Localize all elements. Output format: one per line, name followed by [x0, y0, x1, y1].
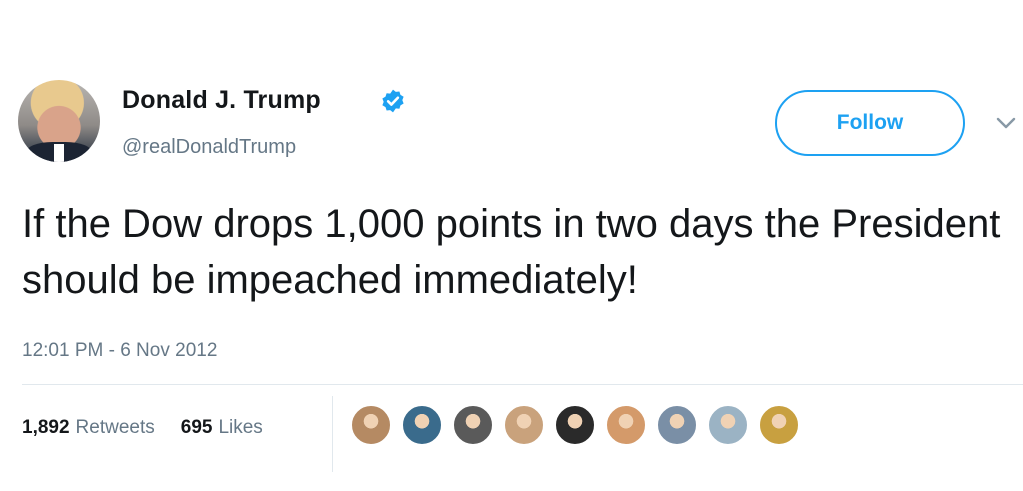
tweet-stats: 1,892 Retweets 695 Likes [22, 417, 263, 439]
follow-button[interactable]: Follow [775, 90, 965, 156]
profile-avatar[interactable] [18, 80, 100, 162]
tweet-timestamp[interactable]: 12:01 PM - 6 Nov 2012 [22, 340, 217, 362]
likes-count[interactable]: 695 [181, 417, 213, 439]
display-name[interactable]: Donald J. Trump [122, 86, 321, 115]
liker-avatar-5[interactable] [554, 404, 596, 446]
liker-avatar-7[interactable] [656, 404, 698, 446]
liker-avatar-1[interactable] [350, 404, 392, 446]
tweet-text: If the Dow drops 1,000 points in two day… [22, 202, 1001, 302]
avatar-collar [54, 144, 64, 162]
liker-avatar-4[interactable] [503, 404, 545, 446]
liker-avatar-8[interactable] [707, 404, 749, 446]
user-handle[interactable]: @realDonaldTrump [122, 136, 296, 159]
liker-avatar-2[interactable] [401, 404, 443, 446]
stats-divider [332, 396, 333, 472]
liker-avatar-6[interactable] [605, 404, 647, 446]
chevron-down-icon[interactable] [996, 116, 1016, 130]
liker-avatar-9[interactable] [758, 404, 800, 446]
retweets-count[interactable]: 1,892 [22, 417, 70, 439]
retweets-label[interactable]: Retweets [76, 417, 155, 439]
verified-badge-icon [382, 89, 404, 113]
likes-label[interactable]: Likes [218, 417, 262, 439]
liker-avatar-3[interactable] [452, 404, 494, 446]
divider [22, 384, 1023, 385]
